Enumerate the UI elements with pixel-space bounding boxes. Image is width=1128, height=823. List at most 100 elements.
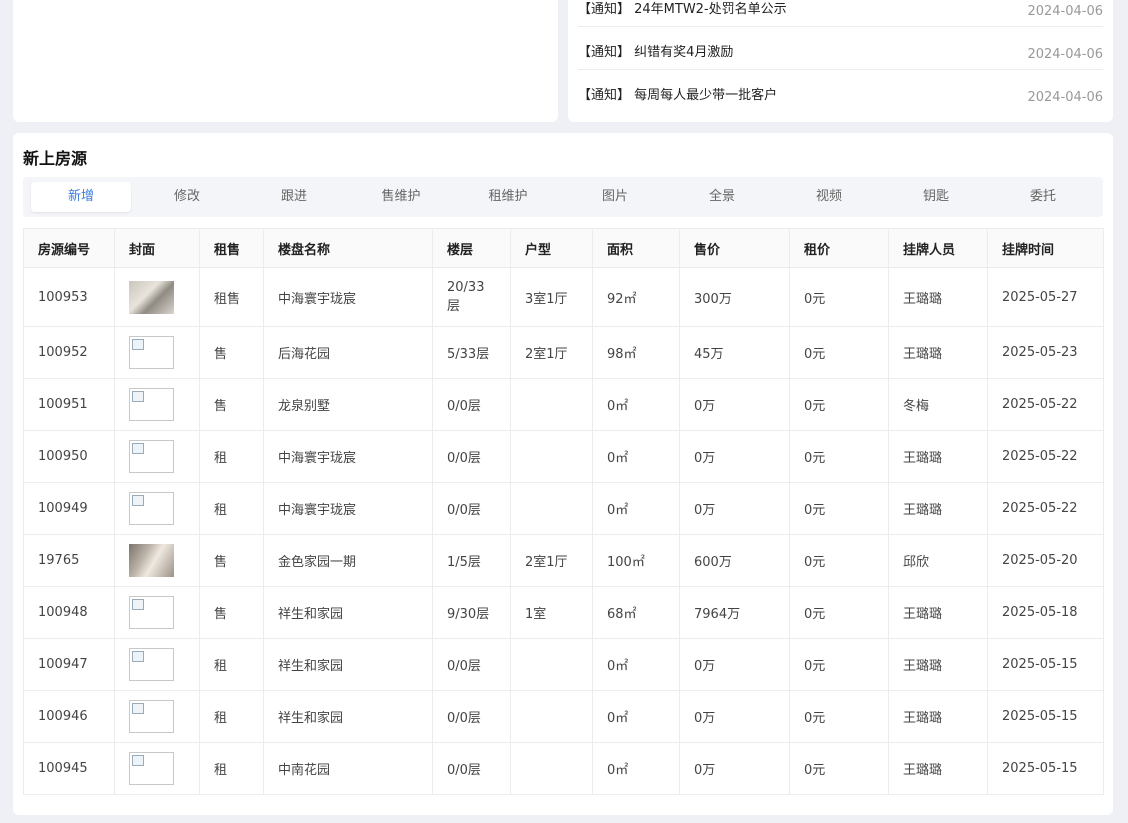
- cell-price: 0万: [679, 482, 790, 535]
- tab-1[interactable]: 修改: [137, 182, 237, 212]
- cell-layout: 3室1厅: [510, 267, 593, 327]
- notice-item[interactable]: 【通知】 24年MTW2-处罚名单公示 2024-04-06: [578, 0, 1103, 27]
- cell-area: 0㎡: [592, 742, 680, 795]
- notice-text[interactable]: 【通知】 每周每人最少带一批客户: [578, 84, 777, 103]
- broken-image-icon[interactable]: [129, 596, 174, 629]
- cell-area: 0㎡: [592, 638, 680, 691]
- cell-date: 2025-05-23: [987, 326, 1104, 379]
- cell-cover: [114, 534, 200, 587]
- cell-area: 92㎡: [592, 267, 680, 327]
- cell-floor: 0/0层: [432, 430, 511, 483]
- cell-id: 100945: [23, 742, 115, 795]
- cell-cover: [114, 638, 200, 691]
- cell-rent: 0元: [789, 586, 889, 639]
- cell-floor: 20/33层: [432, 267, 511, 327]
- broken-image-icon[interactable]: [129, 752, 174, 785]
- cell-layout: [510, 690, 593, 743]
- cell-price: 45万: [679, 326, 790, 379]
- broken-image-icon[interactable]: [129, 388, 174, 421]
- cover-image[interactable]: [129, 280, 174, 314]
- tab-4[interactable]: 租维护: [458, 182, 558, 212]
- cell-rent: 0元: [789, 482, 889, 535]
- cell-price: 0万: [679, 378, 790, 431]
- table-row[interactable]: 100948 售祥生和家园 9/30层 1室 68㎡ 7964万 0元 王璐璐 2025-05-…: [23, 586, 1104, 639]
- cell-floor: 1/5层: [432, 534, 511, 587]
- notice-date: 2024-04-06: [1027, 47, 1103, 62]
- cell-layout: [510, 378, 593, 431]
- cell-agent: 王璐璐: [888, 430, 988, 483]
- table-row[interactable]: 100949 租中海寰宇珑宸 0/0层 0㎡ 0万 0元 王璐璐 2025-05-22: [23, 482, 1104, 535]
- cell-rent: 0元: [789, 742, 889, 795]
- cell-estate: 中南花园: [263, 742, 433, 795]
- cell-agent: 王璐璐: [888, 326, 988, 379]
- cell-agent: 王璐璐: [888, 742, 988, 795]
- broken-image-icon[interactable]: [129, 700, 174, 733]
- cell-rent: 0元: [789, 326, 889, 379]
- table-row[interactable]: 100952 售后海花园 5/33层 2室1厅 98㎡ 45万 0元 王璐璐 2025-05-2…: [23, 326, 1104, 379]
- cell-estate: 中海寰宇珑宸: [263, 430, 433, 483]
- cell-type: 租: [199, 742, 264, 795]
- tab-5[interactable]: 图片: [565, 182, 665, 212]
- cell-date: 2025-05-22: [987, 482, 1104, 535]
- cell-type: 售: [199, 586, 264, 639]
- cell-date: 2025-05-15: [987, 690, 1104, 743]
- broken-image-icon[interactable]: [129, 648, 174, 681]
- cell-area: 0㎡: [592, 690, 680, 743]
- notice-item[interactable]: 【通知】 纠错有奖4月激励 2024-04-06: [578, 27, 1103, 70]
- tab-9[interactable]: 委托: [993, 182, 1093, 212]
- cell-rent: 0元: [789, 690, 889, 743]
- cell-rent: 0元: [789, 430, 889, 483]
- cell-agent: 王璐璐: [888, 586, 988, 639]
- table-row[interactable]: 19765 售金色家园一期 1/5层 2室1厅 100㎡ 600万 0元 邱欣 2025-05-…: [23, 534, 1104, 587]
- notice-item[interactable]: 【通知】 每周每人最少带一批客户 2024-04-06: [578, 70, 1103, 113]
- cell-rent: 0元: [789, 638, 889, 691]
- broken-image-icon[interactable]: [129, 336, 174, 369]
- cell-rent: 0元: [789, 534, 889, 587]
- cell-rent: 0元: [789, 378, 889, 431]
- cell-layout: [510, 482, 593, 535]
- tab-8[interactable]: 钥匙: [886, 182, 986, 212]
- column-header: 租售: [199, 228, 264, 268]
- cell-agent: 王璐璐: [888, 267, 988, 327]
- cell-price: 7964万: [679, 586, 790, 639]
- cell-date: 2025-05-20: [987, 534, 1104, 587]
- notice-list: 【通知】 24年MTW2-处罚名单公示 2024-04-06 【通知】 纠错有奖…: [578, 0, 1103, 113]
- cell-layout: [510, 638, 593, 691]
- column-header: 售价: [679, 228, 790, 268]
- column-header: 封面: [114, 228, 200, 268]
- tab-0[interactable]: 新增: [31, 182, 131, 212]
- tab-7[interactable]: 视频: [779, 182, 879, 212]
- notice-text[interactable]: 【通知】 纠错有奖4月激励: [578, 41, 733, 60]
- top-left-panel: [13, 0, 558, 122]
- cell-area: 100㎡: [592, 534, 680, 587]
- cell-price: 0万: [679, 430, 790, 483]
- cell-type: 售: [199, 326, 264, 379]
- broken-image-icon[interactable]: [129, 440, 174, 473]
- cover-image[interactable]: [129, 544, 174, 577]
- table-row[interactable]: 100946 租祥生和家园 0/0层 0㎡ 0万 0元 王璐璐 2025-05-15: [23, 690, 1104, 743]
- tab-6[interactable]: 全景: [672, 182, 772, 212]
- cell-type: 租: [199, 690, 264, 743]
- cell-estate: 中海寰宇珑宸: [263, 267, 433, 327]
- table-row[interactable]: 100945 租中南花园 0/0层 0㎡ 0万 0元 王璐璐 2025-05-15: [23, 742, 1104, 795]
- cell-area: 0㎡: [592, 378, 680, 431]
- tab-2[interactable]: 跟进: [244, 182, 344, 212]
- cell-estate: 祥生和家园: [263, 638, 433, 691]
- cell-type: 租: [199, 430, 264, 483]
- notice-date: 2024-04-06: [1027, 90, 1103, 105]
- cell-type: 租售: [199, 267, 264, 327]
- cell-cover: [114, 267, 200, 327]
- table-row[interactable]: 100951 售龙泉别墅 0/0层 0㎡ 0万 0元 冬梅 2025-05-22: [23, 378, 1104, 431]
- notice-date: 2024-04-06: [1027, 4, 1103, 19]
- cell-floor: 0/0层: [432, 690, 511, 743]
- notice-text[interactable]: 【通知】 24年MTW2-处罚名单公示: [578, 0, 787, 17]
- cell-id: 19765: [23, 534, 115, 587]
- cell-type: 售: [199, 534, 264, 587]
- table-row[interactable]: 100947 租祥生和家园 0/0层 0㎡ 0万 0元 王璐璐 2025-05-15: [23, 638, 1104, 691]
- table-row[interactable]: 100953 租售 中海寰宇珑宸 20/33层 3室1厅 92㎡ 300万 0元 王璐璐 2025…: [23, 267, 1104, 327]
- tab-3[interactable]: 售维护: [351, 182, 451, 212]
- table-row[interactable]: 100950 租中海寰宇珑宸 0/0层 0㎡ 0万 0元 王璐璐 2025-05-22: [23, 430, 1104, 483]
- column-header: 挂牌人员: [888, 228, 988, 268]
- column-header: 楼层: [432, 228, 511, 268]
- broken-image-icon[interactable]: [129, 492, 174, 525]
